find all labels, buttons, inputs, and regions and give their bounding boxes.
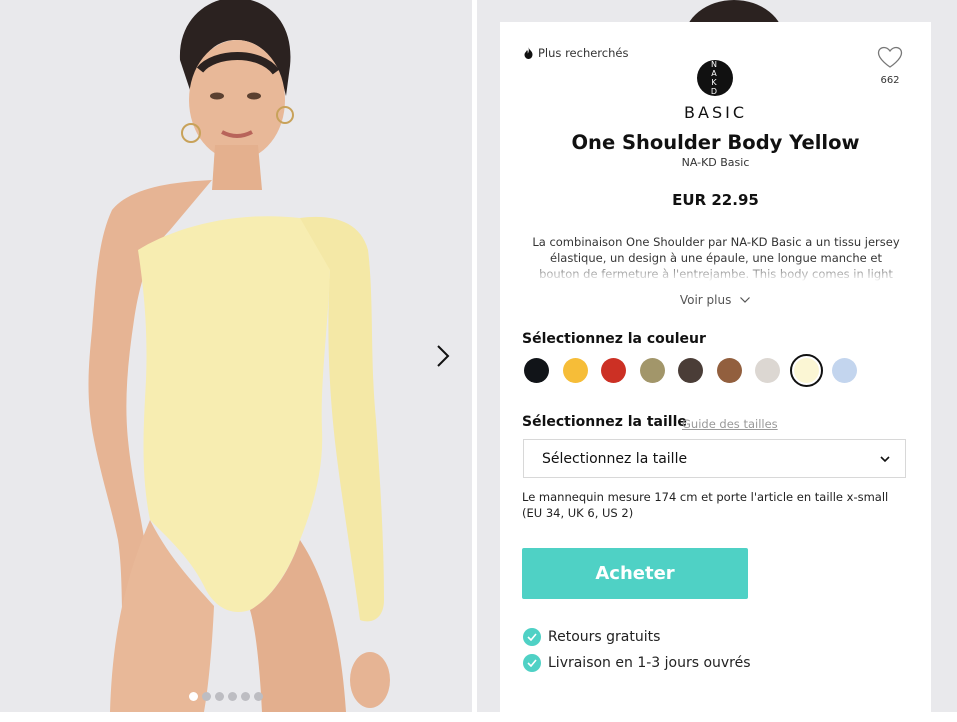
brand-logo-line-2: K D <box>710 78 720 96</box>
brand-logo-line-1: N A <box>711 60 719 78</box>
popular-label: Plus recherchés <box>538 46 629 60</box>
color-swatch[interactable] <box>639 358 665 383</box>
checkmark-icon <box>523 654 541 672</box>
size-select-value: Sélectionnez la taille <box>542 450 688 467</box>
wishlist-count: 662 <box>880 75 900 86</box>
size-label: Sélectionnez la taille <box>522 414 687 430</box>
wishlist-button[interactable]: 662 <box>875 46 905 86</box>
color-label: Sélectionnez la couleur <box>522 331 706 347</box>
color-swatches <box>524 354 857 387</box>
size-select[interactable]: Sélectionnez la taille <box>523 439 906 478</box>
gallery-dot[interactable] <box>202 692 211 701</box>
model-size-info: Le mannequin mesure 174 cm et porte l'ar… <box>522 490 889 520</box>
brand-line: BASIC <box>684 103 747 122</box>
perk-free-returns: Retours gratuits <box>523 628 660 646</box>
color-swatch[interactable] <box>562 358 588 383</box>
color-swatch[interactable] <box>832 358 857 383</box>
gallery-dot[interactable] <box>254 692 263 701</box>
gallery-dots <box>189 692 263 702</box>
color-swatch[interactable] <box>601 358 626 383</box>
chevron-down-icon <box>740 297 751 303</box>
product-image-gallery[interactable] <box>0 0 472 712</box>
gallery-dot[interactable] <box>215 692 224 701</box>
gallery-dot[interactable] <box>241 692 250 701</box>
product-title: One Shoulder Body Yellow <box>571 131 860 154</box>
see-more-link[interactable]: Voir plus <box>500 293 931 307</box>
color-swatch[interactable] <box>716 358 742 383</box>
size-guide-link[interactable]: Guide des tailles <box>682 417 778 431</box>
product-photo <box>88 0 390 712</box>
color-swatch[interactable] <box>524 358 549 383</box>
heart-icon <box>877 46 903 68</box>
perk-label: Livraison en 1-3 jours ouvrés <box>548 655 751 671</box>
color-swatch[interactable] <box>789 354 823 387</box>
perk-label: Retours gratuits <box>548 629 661 645</box>
product-price: EUR 22.95 <box>672 191 759 209</box>
checkmark-icon <box>523 628 541 646</box>
buy-button[interactable]: Acheter <box>522 548 748 599</box>
popular-badge: Plus recherchés <box>524 46 628 60</box>
see-more-label: Voir plus <box>679 293 732 307</box>
chevron-down-icon <box>880 455 890 462</box>
product-details-card: Plus recherchés 662 N A K D BASIC One Sh… <box>500 22 931 712</box>
color-swatch[interactable] <box>755 358 780 383</box>
gallery-dot[interactable] <box>189 692 198 701</box>
gallery-dot[interactable] <box>228 692 237 701</box>
color-swatch[interactable] <box>678 358 703 383</box>
product-brand: NA-KD Basic <box>681 156 750 169</box>
perk-fast-delivery: Livraison en 1-3 jours ouvrés <box>523 654 751 672</box>
chevron-right-icon <box>437 345 450 367</box>
next-image-button[interactable] <box>430 342 456 370</box>
product-description: La combinaison One Shoulder par NA-KD Ba… <box>530 234 902 282</box>
flame-icon <box>524 47 533 59</box>
brand-logo: N A K D <box>697 60 733 96</box>
